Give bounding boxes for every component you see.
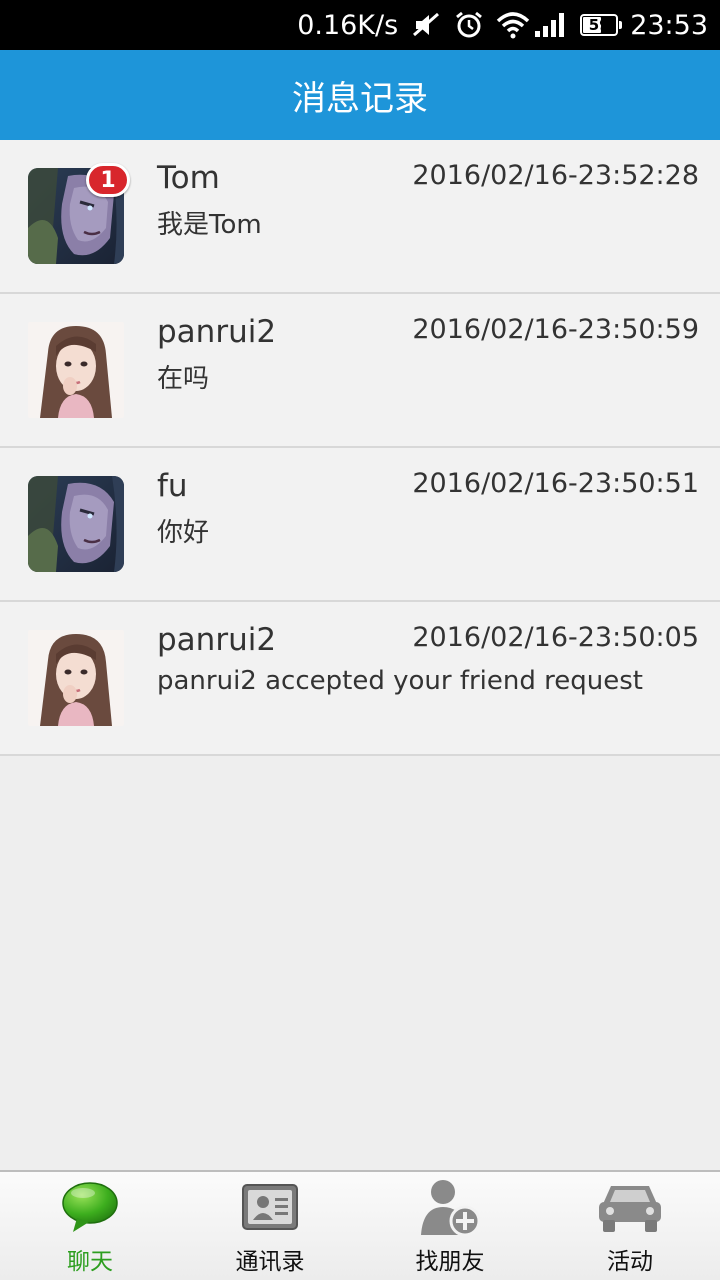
clock: 23:53 <box>630 9 708 41</box>
net-speed: 0.16K/s <box>297 9 399 41</box>
screen: 0.16K/s 59 23:53 消息记录 1 Tom 2016/02/16-2… <box>0 0 720 1280</box>
contact-name: fu <box>157 468 188 504</box>
title-bar: 消息记录 <box>0 50 720 140</box>
status-bar: 0.16K/s 59 23:53 <box>0 0 720 50</box>
girl-avatar <box>28 322 124 418</box>
conversation-row[interactable]: 1 Tom 2016/02/16-23:52:28 我是Tom <box>0 140 720 294</box>
tab-chat[interactable]: 聊天 <box>0 1172 180 1280</box>
message-time: 2016/02/16-23:50:05 <box>412 622 699 653</box>
message-preview: 你好 <box>157 518 210 548</box>
message-preview: panrui2 accepted your friend request <box>157 666 643 696</box>
tab-label: 活动 <box>607 1249 653 1275</box>
tab-find-friends[interactable]: 找朋友 <box>360 1172 540 1280</box>
unread-badge: 1 <box>86 163 130 197</box>
girl-avatar <box>28 630 124 726</box>
contact-name: panrui2 <box>157 622 277 658</box>
wifi-icon <box>496 11 530 39</box>
battery-level: 59 <box>588 16 610 34</box>
message-preview: 我是Tom <box>157 210 262 240</box>
tab-label: 通讯录 <box>235 1249 305 1275</box>
signal-icon <box>534 11 568 39</box>
page-title: 消息记录 <box>292 78 428 119</box>
bottom-tab-bar: 聊天 通讯录 找朋友 活动 <box>0 1170 720 1280</box>
tab-label: 聊天 <box>67 1249 113 1275</box>
message-time: 2016/02/16-23:52:28 <box>412 160 699 191</box>
add-friend-icon <box>417 1178 483 1237</box>
tab-activity[interactable]: 活动 <box>540 1172 720 1280</box>
battery-icon: 59 <box>580 14 623 36</box>
contact-card-icon <box>241 1178 299 1236</box>
car-icon <box>597 1178 663 1236</box>
conversation-row[interactable]: panrui2 2016/02/16-23:50:05 panrui2 acce… <box>0 602 720 756</box>
message-preview: 在吗 <box>157 364 210 394</box>
mute-icon <box>410 11 442 39</box>
conversation-list: 1 Tom 2016/02/16-23:52:28 我是Tom panrui2 … <box>0 140 720 756</box>
conversation-row[interactable]: fu 2016/02/16-23:50:51 你好 <box>0 448 720 602</box>
message-time: 2016/02/16-23:50:59 <box>412 314 699 345</box>
message-time: 2016/02/16-23:50:51 <box>412 468 699 499</box>
contact-name: Tom <box>157 160 220 196</box>
tab-contacts[interactable]: 通讯录 <box>180 1172 360 1280</box>
tab-label: 找朋友 <box>415 1249 485 1275</box>
conversation-row[interactable]: panrui2 2016/02/16-23:50:59 在吗 <box>0 294 720 448</box>
chat-bubble-icon <box>61 1178 119 1236</box>
contact-name: panrui2 <box>157 314 277 350</box>
alarm-icon <box>454 10 484 40</box>
warrior-avatar <box>28 476 124 572</box>
